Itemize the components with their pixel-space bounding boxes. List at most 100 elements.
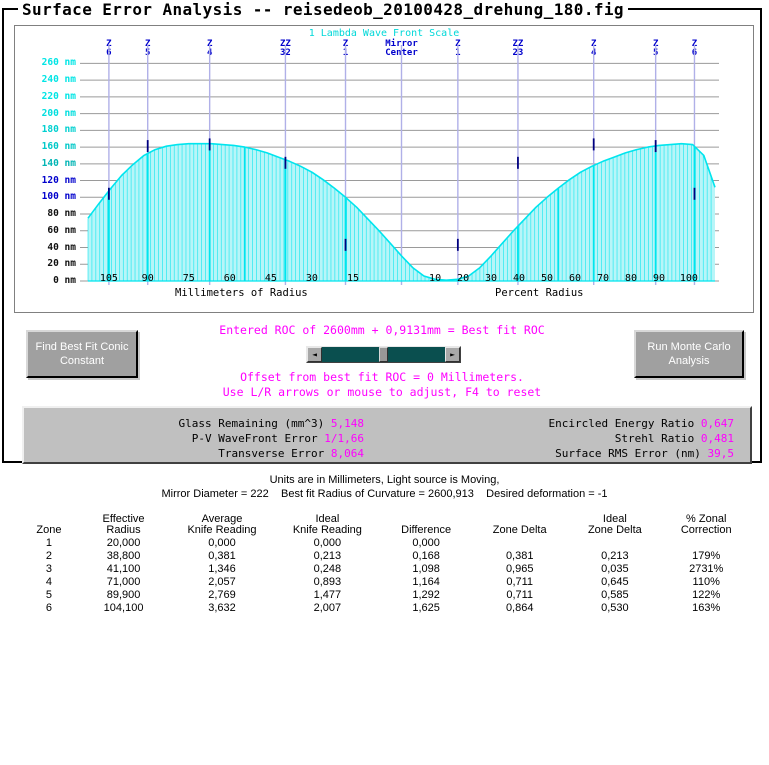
surface-error-plot	[80, 45, 719, 285]
scrollbar-fill-right[interactable]	[388, 347, 445, 362]
table-cell-r3-c4: 1,164	[412, 576, 440, 588]
table-cell-r1-c3: 0,213	[313, 550, 342, 562]
table-row: 5 89,900 2,769 1,477 1,292 0,711 0,585 122%	[20, 589, 750, 602]
table-cell-r1-c4: 0,168	[412, 550, 440, 562]
table-header-cell-1: Effective Radius	[102, 513, 145, 536]
table-cell-r3-c0: 4	[45, 576, 52, 588]
x-tick-right-90: 90	[652, 273, 666, 284]
table-cell-r1-c5: 0,381	[505, 550, 534, 562]
table-cell-r5-c6: 0,530	[601, 602, 629, 614]
table-header-cell-7: % Zonal Correction	[680, 513, 732, 536]
stat-value: 8,064	[324, 447, 364, 460]
table-header-cell-2: Average Knife Reading	[187, 513, 257, 536]
stat-row-right-1: Strehl Ratio 0,481	[394, 432, 734, 445]
table-cell-r2-c1: 41,100	[106, 563, 141, 575]
table-row: 1 20,000 0,000 0,000 0,000	[20, 537, 750, 550]
parameters-note: Mirror Diameter = 222 Best fit Radius of…	[161, 488, 608, 500]
table-header-cell-4: Difference	[401, 524, 452, 536]
table-cell-r3-c2: 2,057	[208, 576, 236, 588]
table-cell-r2-c4: 1,098	[412, 563, 440, 575]
table-row: 6 104,100 3,632 2,007 1,625 0,864 0,530 163%	[20, 602, 750, 615]
stat-label: Glass Remaining (mm^3)	[178, 417, 325, 430]
stat-row-right-2: Surface RMS Error (nm) 39,5	[394, 447, 734, 460]
stat-value: 39,5	[700, 447, 734, 460]
table-cell-r2-c6: 0,035	[601, 563, 629, 575]
stat-row-left-1: P-V WaveFront Error 1/1,66	[64, 432, 364, 445]
table-cell-r4-c5: 0,711	[506, 589, 534, 601]
stat-label: Surface RMS Error (nm)	[555, 447, 701, 460]
table-cell-r1-c0: 2	[45, 550, 52, 562]
stat-label: P-V WaveFront Error	[191, 432, 318, 445]
zone-table-head: Zone Effective Radius Average Knife Readin…	[20, 514, 750, 537]
scrollbar-track[interactable]	[322, 347, 445, 362]
table-cell-r4-c3: 1,477	[313, 589, 342, 601]
units-note: Units are in Millimeters, Light source i…	[269, 474, 500, 486]
x-tick-left-90: 90	[141, 273, 154, 284]
table-cell-r0-c5	[472, 537, 567, 550]
table-cell-r4-c0: 5	[45, 589, 52, 601]
table-cell-r4-c7: 122%	[692, 589, 721, 601]
table-cell-r0-c4: 0,000	[412, 537, 440, 549]
table-cell-r5-c4: 1,625	[412, 602, 440, 614]
table-cell-r0-c2: 0,000	[208, 537, 236, 549]
table-header-cell-5: Zone Delta	[492, 524, 547, 536]
table-cell-r3-c7: 110%	[692, 576, 720, 588]
stat-value: 0,647	[694, 417, 734, 430]
roc-offset-scrollbar[interactable]: ◄ ►	[306, 346, 461, 363]
table-header-cell-6: Ideal Zone Delta	[587, 513, 642, 536]
stat-row-right-0: Encircled Energy Ratio 0,647	[394, 417, 734, 430]
table-cell-r0-c3: 0,000	[313, 537, 342, 549]
x-tick-left-75: 75	[182, 273, 195, 284]
table-cell-r0-c1: 20,000	[106, 537, 141, 549]
table-cell-r5-c7: 163%	[692, 602, 721, 614]
stat-row-left-2: Transverse Error 8,064	[64, 447, 364, 460]
scrollbar-right-arrow-icon[interactable]: ►	[445, 347, 460, 362]
table-cell-r3-c5: 0,711	[506, 576, 534, 588]
table-cell-r3-c3: 0,893	[313, 576, 342, 588]
table-header-row: Zone Effective Radius Average Knife Readin…	[20, 514, 750, 537]
x-tick-left-45: 45	[264, 273, 277, 284]
entered-roc-text: Entered ROC of 2600mm + 0,9131mm = Best …	[219, 323, 545, 337]
scrollbar-left-arrow-icon[interactable]: ◄	[307, 347, 322, 362]
offset-from-best-fit-text: Offset from best fit ROC = 0 Millimeters…	[240, 370, 524, 384]
table-cell-r1-c1: 38,800	[106, 550, 141, 562]
adjust-hint-text: Use L/R arrows or mouse to adjust, F4 to…	[222, 385, 542, 399]
table-cell-r4-c2: 2,769	[208, 589, 236, 601]
stat-value: 0,481	[694, 432, 734, 445]
stat-label: Strehl Ratio	[614, 432, 695, 445]
zone-data-table: Zone Effective Radius Average Knife Readin…	[20, 514, 750, 615]
table-cell-r0-c7	[662, 537, 750, 550]
table-row: 4 71,000 2,057 0,893 1,164 0,711 0,645 110%	[20, 576, 750, 589]
x-axis-right-caption: Percent Radius	[495, 287, 584, 299]
table-cell-r5-c5: 0,864	[505, 602, 534, 614]
table-header-cell-3: Ideal Knife Reading	[292, 513, 362, 536]
stat-row-left-0: Glass Remaining (mm^3) 5,148	[64, 417, 364, 430]
table-cell-r4-c4: 1,292	[412, 589, 440, 601]
x-tick-right-100: 100	[679, 273, 698, 284]
table-cell-r1-c2: 0,381	[208, 550, 236, 562]
x-tick-left-15: 15	[346, 273, 359, 284]
table-row: 3 41,100 1,346 0,248 1,098 0,965 0,035 2731%	[20, 563, 750, 576]
table-cell-r0-c0: 1	[45, 537, 52, 549]
scrollbar-thumb[interactable]	[379, 347, 388, 362]
window-title: Surface Error Analysis -- reisedeob_2010…	[18, 0, 628, 19]
table-cell-r2-c7: 2731%	[689, 563, 724, 575]
stat-value: 1/1,66	[317, 432, 364, 445]
table-cell-r5-c1: 104,100	[103, 602, 144, 614]
table-row: 2 38,800 0,381 0,213 0,168 0,381 0,213 179%	[20, 550, 750, 563]
table-header-cell-0: Zone	[36, 524, 62, 536]
x-axis-left-caption: Millimeters of Radius	[175, 287, 308, 299]
x-tick-left-30: 30	[305, 273, 318, 284]
scrollbar-fill-left[interactable]	[322, 347, 379, 362]
table-cell-r2-c3: 0,248	[313, 563, 342, 575]
x-tick-left-105: 105	[99, 273, 118, 284]
table-cell-r5-c2: 3,632	[208, 602, 236, 614]
table-cell-r1-c7: 179%	[692, 550, 721, 562]
stat-label: Transverse Error	[218, 447, 325, 460]
x-tick-left-60: 60	[223, 273, 236, 284]
table-cell-r0-c6	[567, 537, 662, 550]
table-cell-r5-c3: 2,007	[313, 602, 342, 614]
table-cell-r4-c6: 0,585	[601, 589, 629, 601]
table-cell-r1-c6: 0,213	[601, 550, 629, 562]
application-frame: Surface Error Analysis -- reisedeob_2010…	[2, 0, 762, 464]
